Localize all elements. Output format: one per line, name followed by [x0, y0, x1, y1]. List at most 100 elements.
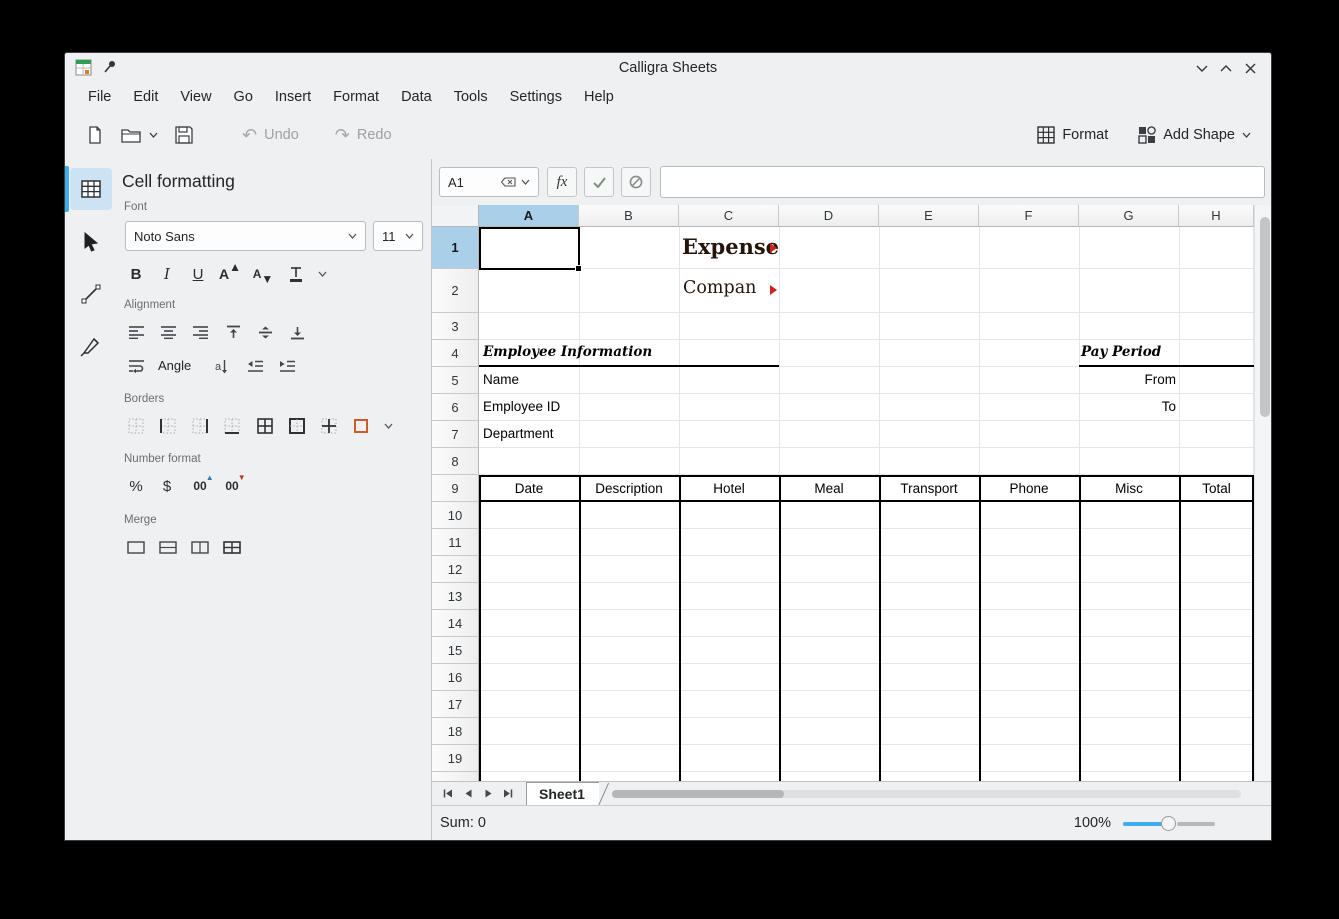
save-button[interactable] [168, 121, 200, 149]
menu-insert[interactable]: Insert [264, 83, 322, 111]
row-header-18[interactable]: 18 [432, 718, 479, 745]
vertical-scrollbar[interactable] [1254, 205, 1272, 781]
align-left-button[interactable] [121, 317, 151, 347]
expense-table-header-misc[interactable]: Misc [1079, 475, 1179, 502]
font-size-select[interactable]: 11 [373, 221, 423, 251]
row-header-2[interactable]: 2 [432, 269, 479, 313]
wrap-text-button[interactable] [121, 351, 151, 381]
expense-table-header-date[interactable]: Date [479, 475, 579, 502]
shrink-font-button[interactable]: A▼ [248, 259, 278, 289]
next-sheet-button[interactable] [478, 784, 498, 804]
column-header-a[interactable]: A [479, 205, 579, 227]
percent-format-button[interactable]: % [121, 471, 151, 501]
expense-table-header-phone[interactable]: Phone [979, 475, 1079, 502]
row-header-19[interactable]: 19 [432, 745, 479, 772]
border-color-button[interactable] [346, 411, 376, 441]
cell-reference-box[interactable]: A1 [439, 167, 539, 197]
expense-table-header-description[interactable]: Description [579, 475, 679, 502]
angle-label[interactable]: Angle [158, 358, 191, 373]
menu-help[interactable]: Help [573, 83, 625, 111]
zoom-slider-handle[interactable] [1161, 816, 1176, 831]
first-sheet-button[interactable] [438, 784, 458, 804]
menu-format[interactable]: Format [322, 83, 390, 111]
row-header-9[interactable]: 9 [432, 475, 479, 502]
function-button[interactable]: fx [547, 167, 577, 197]
column-header-d[interactable]: D [779, 205, 879, 227]
add-shape-button[interactable]: Add Shape [1132, 122, 1257, 148]
menu-file[interactable]: File [77, 83, 122, 111]
chevron-down-icon[interactable] [521, 179, 530, 185]
vertical-scrollbar-thumb[interactable] [1260, 217, 1270, 417]
align-bottom-button[interactable] [282, 317, 312, 347]
font-color-chevron[interactable] [312, 259, 332, 289]
close-button[interactable] [1239, 57, 1261, 79]
border-none-button[interactable] [121, 411, 151, 441]
row-header-13[interactable]: 13 [432, 583, 479, 610]
format-button[interactable]: Format [1031, 122, 1114, 148]
row-header-5[interactable]: 5 [432, 367, 479, 394]
select-all-corner[interactable] [432, 205, 479, 227]
clear-icon[interactable] [501, 177, 516, 187]
increase-precision-button[interactable]: 00▲ [185, 471, 215, 501]
column-header-h[interactable]: H [1179, 205, 1254, 227]
minimize-button[interactable] [1191, 57, 1213, 79]
cell-a7-department[interactable]: Department [483, 426, 554, 441]
cells-area[interactable]: Expense Compan Employee Information Pay … [479, 227, 1254, 781]
column-header-b[interactable]: B [579, 205, 679, 227]
horizontal-scrollbar-thumb[interactable] [612, 790, 784, 798]
cell-a5-name[interactable]: Name [483, 372, 519, 387]
decrease-indent-button[interactable] [240, 351, 270, 381]
last-sheet-button[interactable] [498, 784, 518, 804]
tool-cell-formatting[interactable] [70, 168, 112, 210]
unmerge-cells-button[interactable] [217, 532, 247, 562]
border-outer-button[interactable] [282, 411, 312, 441]
bold-button[interactable]: B [121, 259, 151, 289]
border-left-button[interactable] [153, 411, 183, 441]
open-document-button[interactable] [115, 122, 164, 148]
cell-selection-a1[interactable] [479, 227, 580, 270]
font-color-button[interactable] [281, 259, 311, 289]
cell-a4-employee-information[interactable]: Employee Information [483, 344, 652, 360]
align-middle-button[interactable] [250, 317, 280, 347]
underline-button[interactable]: U [183, 259, 213, 289]
row-header-4[interactable]: 4 [432, 340, 479, 367]
expense-table-header-transport[interactable]: Transport [879, 475, 979, 502]
row-header-3[interactable]: 3 [432, 313, 479, 340]
column-header-f[interactable]: F [979, 205, 1079, 227]
align-right-button[interactable] [185, 317, 215, 347]
menu-tools[interactable]: Tools [443, 83, 499, 111]
border-inner-button[interactable] [314, 411, 344, 441]
redo-button[interactable]: ↷ Redo [329, 123, 398, 147]
cell-g4-pay-period[interactable]: Pay Period [1081, 344, 1161, 360]
row-header-8[interactable]: 8 [432, 448, 479, 475]
currency-format-button[interactable]: $ [152, 471, 182, 501]
merge-horizontal-button[interactable] [153, 532, 183, 562]
row-header-14[interactable]: 14 [432, 610, 479, 637]
row-header-10[interactable]: 10 [432, 502, 479, 529]
cell-a6-employee-id[interactable]: Employee ID [483, 399, 560, 414]
accept-formula-button[interactable] [584, 167, 614, 197]
increase-indent-button[interactable] [272, 351, 302, 381]
border-bottom-button[interactable] [217, 411, 247, 441]
border-right-button[interactable] [185, 411, 215, 441]
column-header-c[interactable]: C [679, 205, 779, 227]
row-header-6[interactable]: 6 [432, 394, 479, 421]
titlebar[interactable]: Calligra Sheets [65, 53, 1271, 83]
grow-font-button[interactable]: A▲ [215, 259, 245, 289]
font-family-select[interactable]: Noto Sans [125, 221, 366, 251]
italic-button[interactable]: I [152, 259, 182, 289]
cell-c1-expense-title[interactable]: Expense [682, 234, 779, 259]
previous-sheet-button[interactable] [458, 784, 478, 804]
row-header-12[interactable]: 12 [432, 556, 479, 583]
menu-settings[interactable]: Settings [499, 83, 573, 111]
row-header-11[interactable]: 11 [432, 529, 479, 556]
maximize-button[interactable] [1215, 57, 1237, 79]
selection-fill-handle[interactable] [575, 265, 582, 272]
cell-g5-from[interactable]: From [1079, 372, 1176, 387]
row-header-1[interactable]: 1 [432, 227, 479, 269]
tab-sheet1[interactable]: Sheet1 [526, 782, 599, 805]
cell-c2-company[interactable]: Compan [683, 278, 756, 298]
border-options-chevron[interactable] [378, 411, 398, 441]
menu-data[interactable]: Data [390, 83, 443, 111]
row-header-7[interactable]: 7 [432, 421, 479, 448]
